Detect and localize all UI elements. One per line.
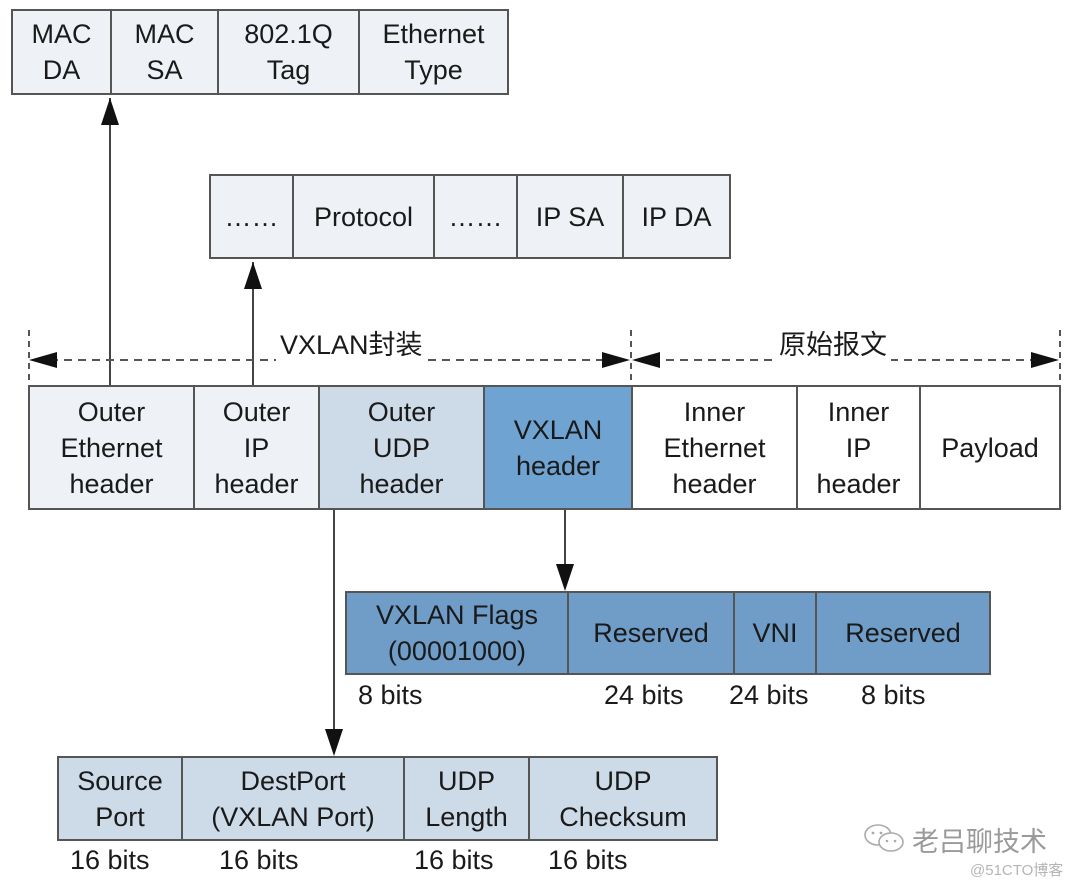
span-arrow-left: [29, 352, 57, 368]
bits-source-port: 16 bits: [70, 845, 150, 875]
vxlan-packet: Outer Ethernet header Outer IP header Ou…: [28, 385, 1061, 510]
span-arrow-left: [632, 352, 660, 368]
field-outer-ip-header: Outer IP header: [195, 387, 320, 508]
field-reserved-8: Reserved: [817, 593, 989, 673]
field-udp-checksum: UDP Checksum: [530, 758, 716, 839]
wechat-icon: [864, 824, 904, 852]
bits-vni: 24 bits: [729, 680, 809, 710]
bits-udp-length: 16 bits: [414, 845, 494, 875]
field-vni: VNI: [735, 593, 817, 673]
field-ethernet-type: Ethernet Type: [360, 11, 507, 93]
field-ip-sa: IP SA: [518, 176, 624, 257]
field-vxlan-flags: VXLAN Flags (00001000): [347, 593, 569, 673]
arrowhead-up: [244, 262, 262, 289]
udp-header-detail: Source Port DestPort (VXLAN Port) UDP Le…: [57, 756, 718, 841]
field-vxlan-header: VXLAN header: [485, 387, 633, 508]
field-payload: Payload: [921, 387, 1059, 508]
field-source-port: Source Port: [59, 758, 183, 839]
field-reserved-24: Reserved: [569, 593, 735, 673]
bits-reserved-24: 24 bits: [604, 680, 684, 710]
span-label-original-packet: 原始报文: [775, 323, 891, 362]
field-mac-da: MAC DA: [13, 11, 112, 93]
ethernet-header-detail: MAC DA MAC SA 802.1Q Tag Ethernet Type: [11, 9, 509, 95]
ip-header-detail: …… Protocol …… IP SA IP DA: [209, 174, 731, 259]
span-arrow-right: [602, 352, 630, 368]
field-protocol: Protocol: [294, 176, 435, 257]
bits-reserved-8: 8 bits: [861, 680, 926, 710]
bits-udp-checksum: 16 bits: [548, 845, 628, 875]
arrowhead-down: [556, 564, 574, 591]
field-ip-da: IP DA: [624, 176, 729, 257]
bits-dest-port: 16 bits: [219, 845, 299, 875]
field-outer-ethernet-header: Outer Ethernet header: [30, 387, 195, 508]
arrowhead-up: [101, 98, 119, 125]
field-mac-sa: MAC SA: [112, 11, 219, 93]
field-ip-ellipsis-1: ……: [211, 176, 294, 257]
span-arrow-right: [1031, 352, 1059, 368]
field-inner-ip-header: Inner IP header: [798, 387, 921, 508]
vxlan-header-detail: VXLAN Flags (00001000) Reserved VNI Rese…: [345, 591, 991, 675]
watermark-site: @51CTO博客: [970, 862, 1064, 879]
field-ip-ellipsis-2: ……: [435, 176, 518, 257]
field-8021q-tag: 802.1Q Tag: [219, 11, 360, 93]
watermark-name: 老吕聊技术: [912, 827, 1047, 857]
span-label-vxlan-encap: VXLAN封装: [276, 323, 427, 362]
field-outer-udp-header: Outer UDP header: [320, 387, 485, 508]
field-udp-length: UDP Length: [405, 758, 530, 839]
bits-vxlan-flags: 8 bits: [358, 680, 423, 710]
field-dest-port: DestPort (VXLAN Port): [183, 758, 405, 839]
field-inner-ethernet-header: Inner Ethernet header: [633, 387, 798, 508]
arrowhead-down: [325, 729, 343, 756]
